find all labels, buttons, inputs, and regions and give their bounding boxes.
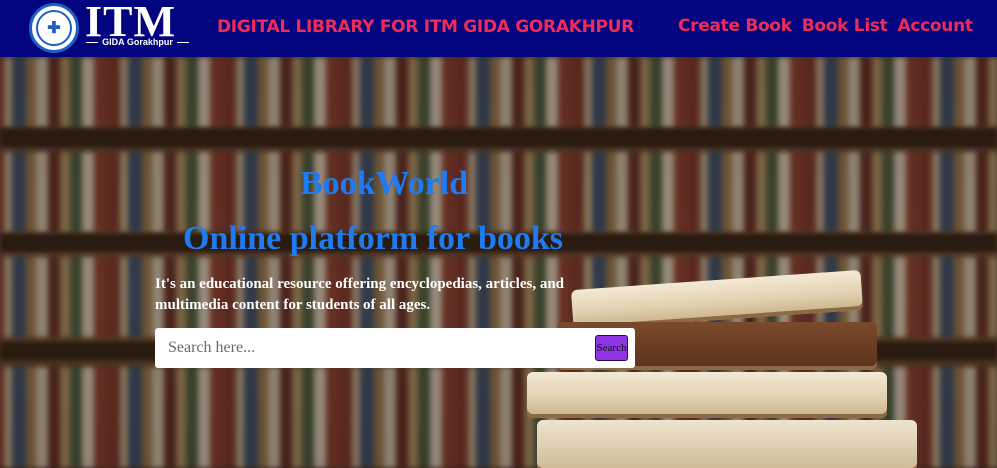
nav-book-list[interactable]: Book List: [802, 16, 888, 36]
search-input[interactable]: [155, 328, 585, 368]
hero-background: [0, 57, 997, 468]
logo-subtitle: GIDA Gorakhpur: [86, 37, 189, 47]
hero-description: It's an educational resource offering en…: [155, 276, 564, 313]
search-button[interactable]: Search: [595, 335, 628, 361]
search-bar: Search: [155, 328, 635, 368]
nav-create-book[interactable]: Create Book: [678, 16, 792, 36]
nav-menu: Create Book Book List Account: [678, 16, 973, 36]
emblem-glyph: ✚: [47, 20, 61, 37]
book: [537, 420, 917, 468]
tagline-heading: Online platform for books: [183, 220, 564, 257]
itm-emblem-icon[interactable]: ✚: [29, 3, 79, 53]
nav-account[interactable]: Account: [898, 16, 974, 36]
site-title: DIGITAL LIBRARY FOR ITM GIDA GORAKHPUR: [217, 17, 634, 37]
brand-heading: BookWorld: [300, 165, 469, 202]
navbar: ✚ ITM GIDA Gorakhpur DIGITAL LIBRARY FOR…: [0, 0, 997, 57]
book: [527, 372, 887, 418]
emblem-ring: ✚: [36, 10, 72, 46]
